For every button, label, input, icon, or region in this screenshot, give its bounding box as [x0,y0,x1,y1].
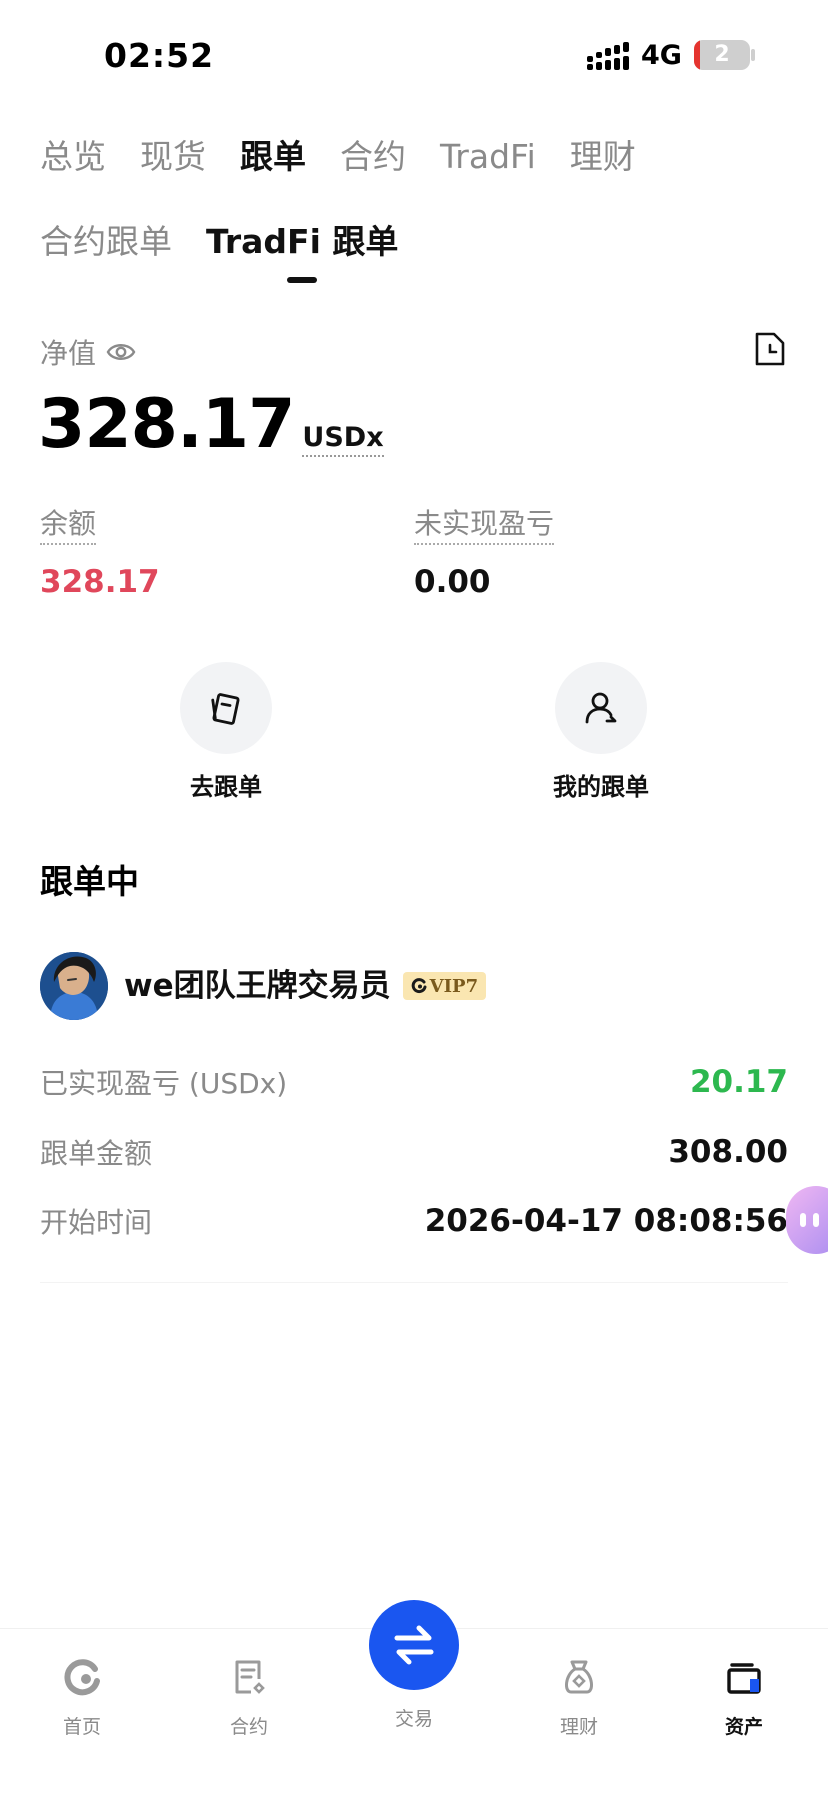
realized-pnl-row: 已实现盈亏 (USDx) 20.17 [40,1060,788,1104]
nav-assets[interactable]: 资产 [684,1629,804,1739]
balance-stat: 余额 328.17 [40,505,160,601]
unrealized-pnl-value: 0.00 [414,564,491,600]
avatar[interactable] [40,952,108,1020]
battery-level: 2 [714,42,730,67]
tab-tradfi[interactable]: TradFi [440,132,536,182]
status-bar: 02:52 4G 2 [0,0,828,110]
nav-earn-label: 理财 [559,1716,598,1738]
my-copy-button[interactable]: 我的跟单 [521,662,681,802]
nav-contract-label: 合约 [229,1716,268,1738]
tab-copy-trading[interactable]: 跟单 [240,132,306,182]
my-copy-circle[interactable] [555,662,647,754]
start-time-row: 开始时间 2026-04-17 08:08:56 [40,1199,788,1243]
net-value-header: 净值 [40,332,136,372]
copy-amount-row: 跟单金额 308.00 [40,1130,788,1174]
money-bag-icon [565,1660,593,1694]
battery-cap [751,49,755,61]
vip-level: VIP7 [429,975,479,997]
trade-button[interactable] [369,1600,459,1690]
nav-assets-label: 资产 [724,1716,763,1738]
my-copy-label: 我的跟单 [553,773,649,801]
nav-earn[interactable]: 理财 [519,1629,639,1739]
user-icon [585,692,617,724]
unrealized-pnl-label[interactable]: 未实现盈亏 [414,505,555,545]
balance-value: 328.17 [40,564,160,600]
wallet-icon [727,1663,761,1694]
nav-home[interactable]: 首页 [22,1629,142,1739]
eye-icon[interactable] [106,340,136,364]
tab-spot[interactable]: 现货 [140,132,206,182]
trader-name[interactable]: we团队王牌交易员 [124,966,391,1006]
nav-trade-label[interactable]: 交易 [354,1704,474,1731]
trader-card[interactable]: we团队王牌交易员 VIP7 [40,952,487,1020]
battery-icon: 2 [694,40,750,70]
net-value-label: 净值 [40,337,97,370]
tab-overview[interactable]: 总览 [40,132,106,182]
net-value-amount: 328.17 [38,385,295,464]
net-value-display: 328.17 USDx [38,385,384,465]
subtab-tradfi-copy[interactable]: TradFi 跟单 [206,217,398,287]
balance-label[interactable]: 余额 [40,505,97,545]
copy-amount-value: 308.00 [668,1134,788,1170]
realized-pnl-value: 20.17 [689,1064,788,1100]
unrealized-pnl-stat: 未实现盈亏 0.00 [414,505,555,601]
network-label: 4G [641,40,682,71]
swap-icon [394,1625,434,1665]
go-copy-button[interactable]: 去跟单 [146,662,306,802]
section-title: 跟单中 [40,862,139,901]
sub-tabs: 合约跟单 TradFi 跟单 [40,217,432,287]
document-history-icon[interactable] [754,332,786,366]
start-time-label: 开始时间 [40,1206,153,1239]
go-copy-circle[interactable] [180,662,272,754]
nav-home-label: 首页 [62,1716,101,1738]
start-time-value: 2026-04-17 08:08:56 [424,1203,788,1239]
home-icon [64,1659,100,1696]
cards-icon [211,693,240,725]
divider [40,1282,788,1283]
go-copy-label: 去跟单 [190,773,262,801]
vip-logo-icon [411,978,427,994]
nav-contract[interactable]: 合约 [189,1629,309,1739]
main-tabs: 总览 现货 跟单 合约 TradFi 理财 [40,132,670,182]
chat-bubble-icon[interactable] [786,1186,828,1254]
contract-icon [235,1660,265,1694]
tab-contract[interactable]: 合约 [340,132,406,182]
tab-earn[interactable]: 理财 [570,132,636,182]
currency-unit[interactable]: USDx [302,421,384,457]
avatar-image [40,952,108,1020]
status-time: 02:52 [104,36,215,75]
realized-pnl-label: 已实现盈亏 (USDx) [40,1067,288,1100]
signal-icon [587,42,629,70]
subtab-contract-copy[interactable]: 合约跟单 [40,217,172,287]
vip-badge: VIP7 [402,972,487,1000]
copy-amount-label: 跟单金额 [40,1137,153,1170]
